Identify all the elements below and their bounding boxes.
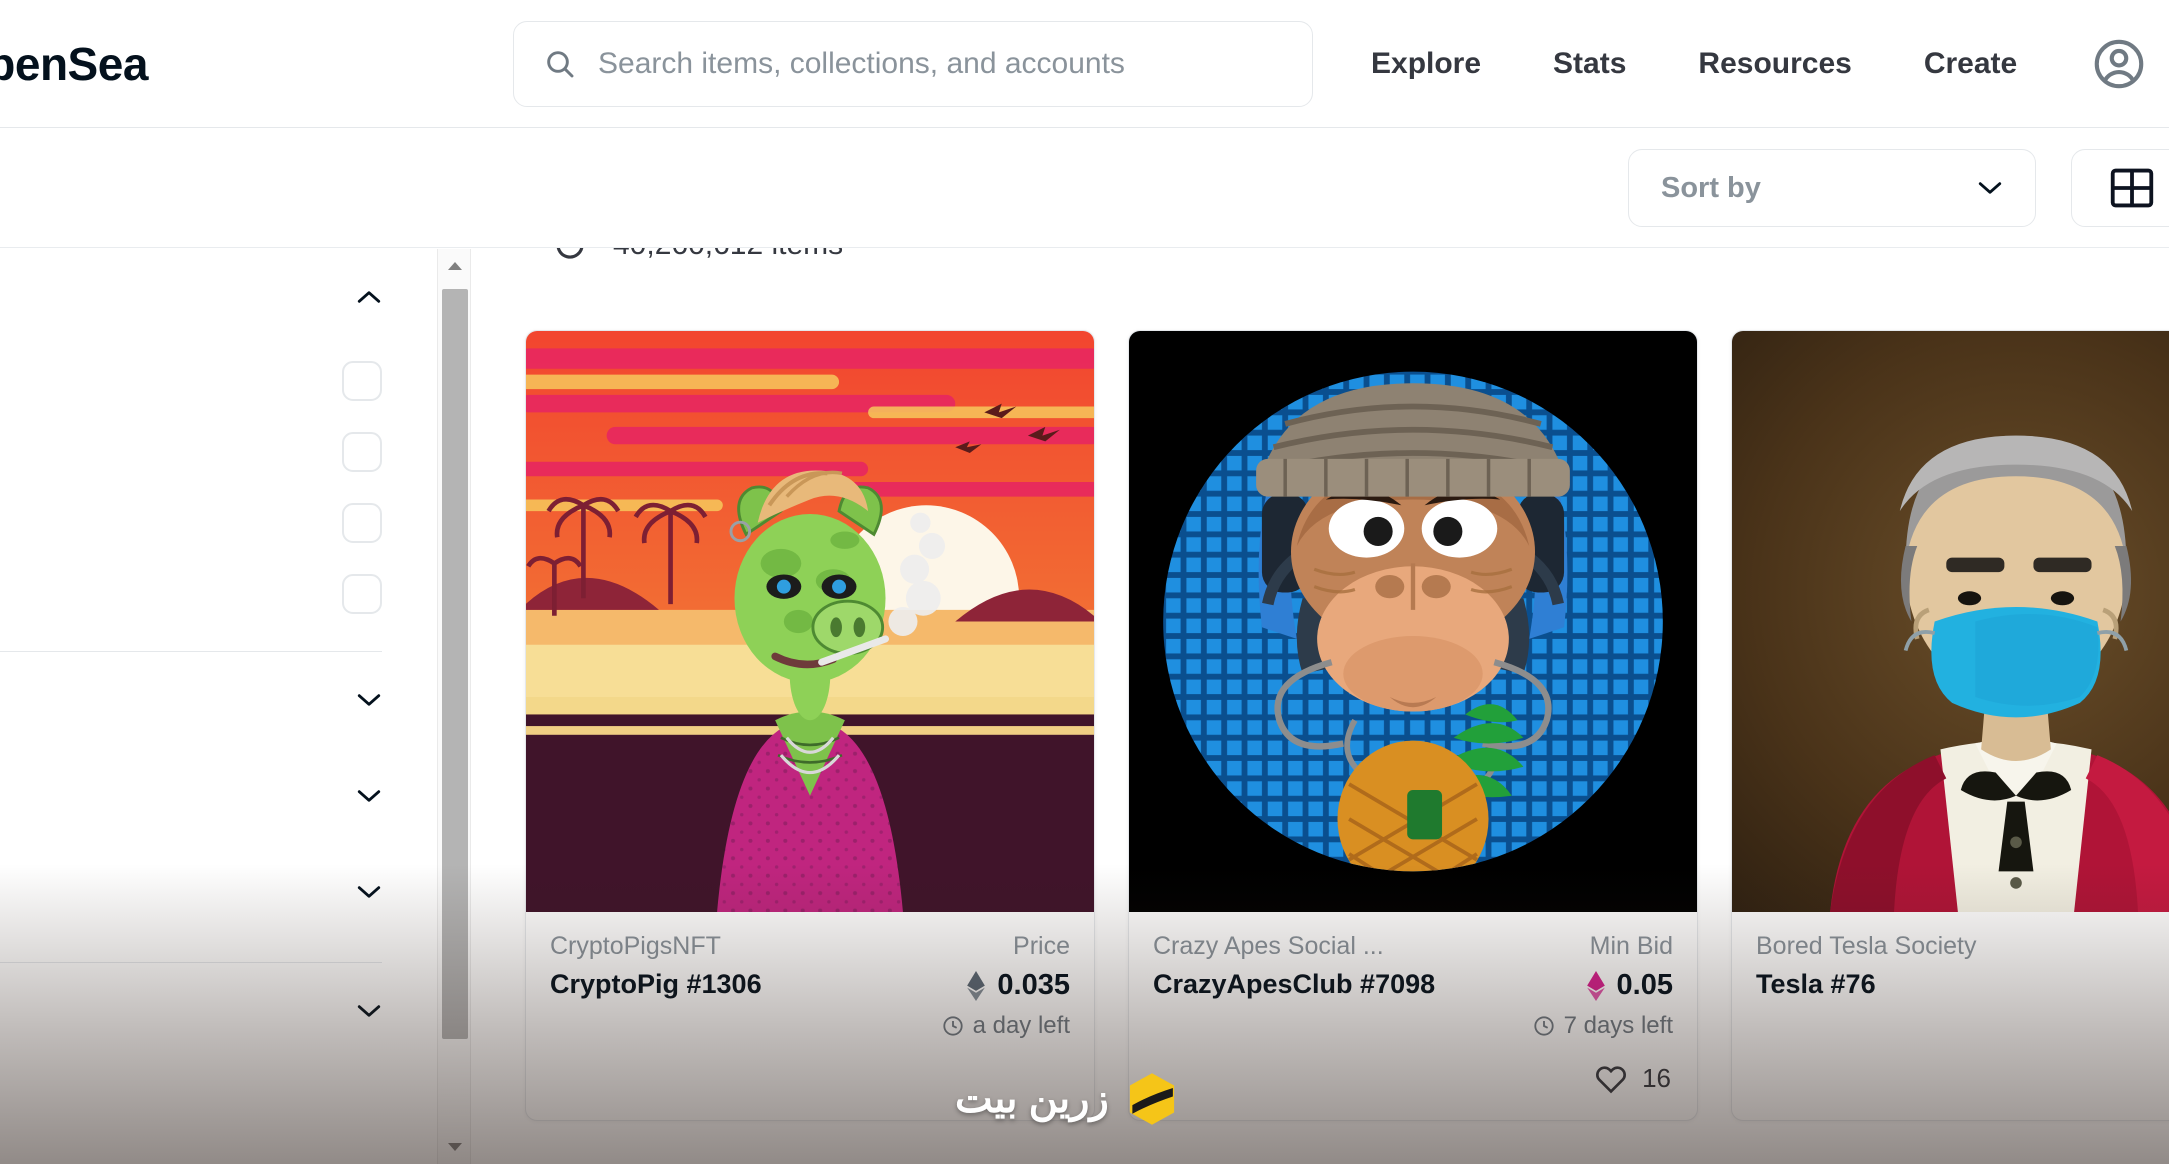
nft-artwork-bored-tesla	[1732, 331, 2169, 912]
nft-card-top-row: CryptoPigsNFT Price	[550, 932, 1070, 961]
filter-group-header[interactable]	[0, 652, 410, 748]
opensea-explore-page: OpenSea Search items, collections, and a…	[0, 0, 2169, 1164]
nft-card-footer: 16	[1129, 1036, 1697, 1120]
search-icon	[547, 51, 574, 78]
nft-collection-name: CryptoPigsNFT	[550, 932, 721, 960]
nft-like-count: 16	[1642, 1062, 1671, 1093]
nft-time-left-text: 7 days left	[1563, 1012, 1673, 1039]
nft-collection-name: Bored Tesla Society	[1756, 932, 1977, 960]
nft-price: 0.05	[1586, 969, 1673, 1002]
chevron-down-icon	[1978, 182, 2002, 194]
nft-time-left: 7 days left	[1153, 1012, 1673, 1040]
filter-group-quantity: antity	[0, 748, 410, 844]
scrollbar-down-button[interactable]	[438, 1130, 472, 1164]
clock-icon	[942, 1016, 963, 1036]
nft-card-top-row: Crazy Apes Social ... Min Bid	[1153, 932, 1673, 961]
nav-item-create[interactable]: Create	[1888, 47, 2053, 81]
filter-group-header[interactable]: ons	[0, 844, 410, 940]
chevron-up-icon	[357, 291, 381, 303]
nft-card-top-row: Bored Tesla Society	[1756, 932, 2169, 961]
nft-card[interactable]: CryptoPigsNFT Price CryptoPig #1306 0.03…	[525, 330, 1095, 1121]
logo-text: OpenSea	[0, 37, 148, 90]
scrollbar-up-button[interactable]	[438, 249, 472, 283]
nft-price-amount: 0.05	[1616, 969, 1673, 1001]
main-navigation: Explore Stats Resources Create	[1335, 0, 2053, 128]
nft-card[interactable]: Crazy Apes Social ... Min Bid CrazyApesC…	[1128, 330, 1698, 1121]
triangle-up-icon	[448, 262, 462, 270]
filter-option[interactable]: rs	[0, 558, 410, 629]
chevron-down-icon	[357, 694, 381, 706]
nft-card-footer	[1732, 1036, 2169, 1120]
nft-artwork-crazy-ape	[1129, 331, 1697, 912]
heart-icon[interactable]	[1594, 1063, 1628, 1094]
nft-card-bottom-row: CrazyApesClub #7098 0.05	[1153, 961, 1673, 1002]
grid-view-icon	[2110, 168, 2154, 208]
nft-item-name: CryptoPig #1306	[550, 969, 762, 999]
filter-group-header[interactable]: antity	[0, 748, 410, 844]
search-input[interactable]: Search items, collections, and accounts	[513, 21, 1313, 107]
nft-time-left	[1756, 1010, 2169, 1032]
nft-card-body: Crazy Apes Social ... Min Bid CrazyApesC…	[1129, 912, 1697, 1039]
filter-group-status: y ion rs	[0, 249, 410, 652]
filter-group-price	[0, 652, 410, 748]
nft-item-name: Tesla #76	[1756, 969, 1876, 999]
filter-checkbox[interactable]	[342, 502, 382, 543]
filter-option[interactable]	[0, 487, 410, 558]
filter-option[interactable]: y	[0, 345, 410, 416]
nft-price-label: Min Bid	[1589, 932, 1673, 960]
sidebar-scrollbar[interactable]	[437, 249, 471, 1164]
sort-by-label: Sort by	[1661, 171, 1761, 204]
filter-sidebar: y ion rs	[0, 249, 410, 1164]
opensea-logo[interactable]: OpenSea	[0, 37, 148, 91]
triangle-down-icon	[448, 1143, 462, 1151]
nav-item-explore[interactable]: Explore	[1335, 47, 1517, 81]
filter-group-chains	[0, 963, 410, 1059]
nft-card-list: CryptoPigsNFT Price CryptoPig #1306 0.03…	[525, 330, 2169, 1121]
nft-price-label: Price	[1013, 932, 1070, 960]
grid-view-button[interactable]	[2071, 149, 2169, 227]
filter-checkbox[interactable]	[342, 573, 382, 614]
nft-price-amount: 0.035	[997, 969, 1070, 1001]
nft-price: 0.035	[966, 969, 1070, 1002]
nav-item-resources[interactable]: Resources	[1662, 47, 1887, 81]
sort-by-dropdown[interactable]: Sort by	[1628, 149, 2036, 227]
filter-option[interactable]: ion	[0, 416, 410, 487]
scrollbar-thumb[interactable]	[442, 289, 468, 1039]
nft-item-name: CrazyApesClub #7098	[1153, 969, 1436, 999]
chevron-down-icon	[357, 1005, 381, 1017]
filter-group-header[interactable]	[0, 249, 410, 345]
filter-group-header[interactable]	[0, 963, 410, 1059]
nft-artwork-crypto-pig	[526, 331, 1094, 912]
ethereum-icon	[967, 970, 986, 1001]
nft-grid: CryptoPigsNFT Price CryptoPig #1306 0.03…	[472, 249, 2169, 1164]
nft-card-body: CryptoPigsNFT Price CryptoPig #1306 0.03…	[526, 912, 1094, 1039]
nav-item-stats[interactable]: Stats	[1517, 47, 1662, 81]
account-circle-icon[interactable]	[2090, 35, 2148, 93]
nft-time-left-text: a day left	[972, 1012, 1070, 1039]
polygon-icon	[1586, 970, 1605, 1001]
nft-card-body: Bored Tesla Society Tesla #76	[1732, 912, 2169, 1036]
filter-toolbar: Sort by	[0, 129, 2169, 248]
site-header: OpenSea Search items, collections, and a…	[0, 0, 2169, 128]
nft-card-bottom-row: Tesla #76	[1756, 961, 2169, 1000]
nft-card-footer	[526, 1036, 1094, 1120]
chevron-down-icon	[357, 886, 381, 898]
filter-group-collections: ons	[0, 844, 410, 963]
nft-time-left: a day left	[550, 1012, 1070, 1040]
clock-icon	[1533, 1016, 1554, 1036]
filter-checkbox[interactable]	[342, 360, 382, 401]
filter-checkbox[interactable]	[342, 431, 382, 472]
nft-card-bottom-row: CryptoPig #1306 0.035	[550, 961, 1070, 1002]
search-placeholder: Search items, collections, and accounts	[598, 47, 1125, 80]
nft-collection-name: Crazy Apes Social ...	[1153, 932, 1384, 960]
nft-card[interactable]: Bored Tesla Society Tesla #76	[1731, 330, 2169, 1121]
chevron-down-icon	[357, 790, 381, 802]
